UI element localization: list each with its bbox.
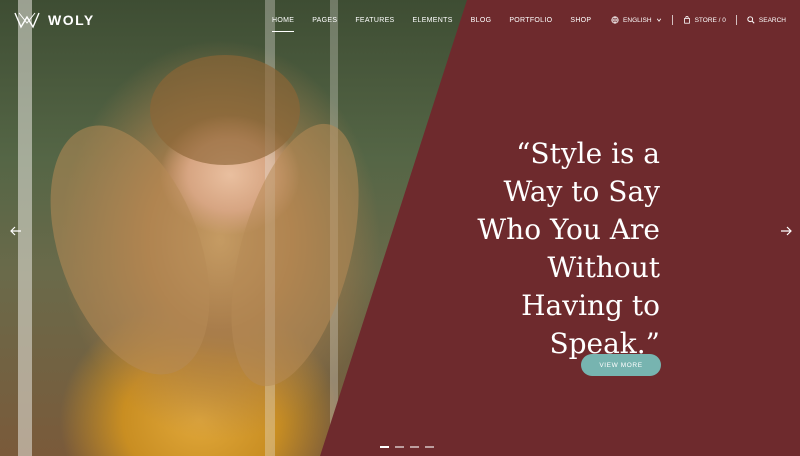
quote-line: “Style is a [516, 136, 660, 170]
nav-item-blog[interactable]: BLOG [471, 15, 492, 26]
slide-dot[interactable] [425, 446, 434, 448]
language-selector[interactable]: ENGLISH [611, 16, 662, 24]
arrow-left-icon [10, 226, 21, 236]
nav-item-features[interactable]: FEATURES [355, 15, 394, 26]
quote-line: Way to Say [503, 174, 660, 208]
store-cart[interactable]: STORE / 0 [683, 16, 726, 24]
hero-slider: WOLY HOME PAGES FEATURES ELEMENTS BLOG P… [0, 0, 800, 456]
search-button[interactable]: SEARCH [747, 16, 786, 24]
slider-pagination [380, 446, 434, 448]
nav-item-home[interactable]: HOME [272, 15, 295, 32]
slide-dot[interactable] [395, 446, 404, 448]
search-icon [747, 16, 755, 24]
divider [671, 15, 673, 25]
nav-item-elements[interactable]: ELEMENTS [413, 15, 453, 26]
next-slide-button[interactable] [780, 223, 792, 236]
view-more-button[interactable]: VIEW MORE [581, 354, 661, 376]
quote-line: Having to [521, 288, 660, 322]
brand-name: WOLY [48, 12, 95, 28]
nav-item-shop[interactable]: SHOP [570, 15, 591, 26]
slide-dot[interactable] [380, 446, 389, 448]
store-label: STORE / 0 [694, 16, 726, 24]
utility-bar: ENGLISH STORE / 0 SEARCH [611, 15, 786, 25]
globe-icon [611, 16, 619, 24]
nav-item-portfolio[interactable]: PORTFOLIO [509, 15, 552, 26]
arrow-right-icon [781, 226, 792, 236]
hero-quote: “Style is a Way to Say Who You Are Witho… [360, 135, 660, 363]
main-nav: HOME PAGES FEATURES ELEMENTS BLOG PORTFO… [272, 15, 591, 32]
divider [735, 15, 737, 25]
quote-line: Who You Are [477, 212, 660, 246]
chevron-down-icon [656, 18, 661, 22]
search-label: SEARCH [758, 16, 786, 24]
brand-logo[interactable]: WOLY [14, 11, 95, 29]
quote-line: Without [547, 250, 660, 284]
logo-mark-icon [14, 12, 40, 29]
bag-icon [683, 16, 690, 24]
prev-slide-button[interactable] [10, 223, 22, 236]
language-label: ENGLISH [623, 16, 652, 24]
slide-dot[interactable] [410, 446, 419, 448]
nav-item-pages[interactable]: PAGES [312, 15, 337, 26]
hair-shape [150, 55, 300, 165]
